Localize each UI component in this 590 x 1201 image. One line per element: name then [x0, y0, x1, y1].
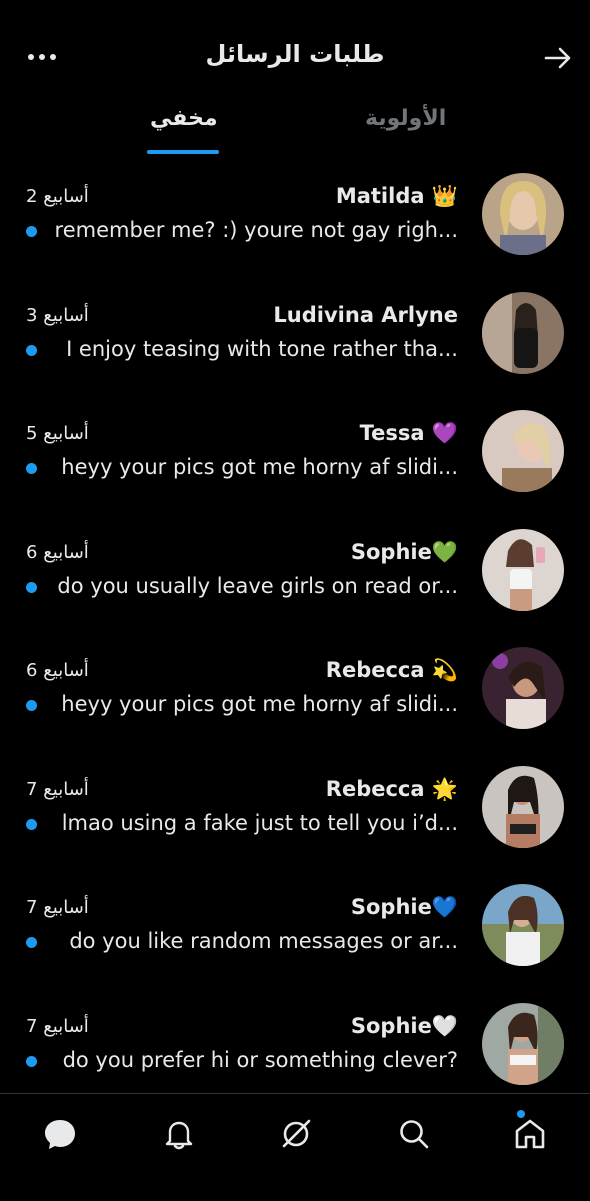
message-request-row[interactable]: Sophie💚 6 أسابيع do you usually leave gi… — [0, 516, 590, 635]
sender-name: Sophie💚 — [350, 539, 458, 564]
avatar[interactable] — [482, 410, 564, 492]
tab-hidden[interactable]: مخفي — [150, 106, 218, 131]
timestamp: 3 أسابيع — [26, 304, 89, 326]
timestamp: 7 أسابيع — [26, 1015, 89, 1037]
avatar[interactable] — [482, 1002, 564, 1085]
timestamp: 6 أسابيع — [26, 541, 89, 563]
timestamp: 7 أسابيع — [26, 778, 89, 800]
message-request-row[interactable]: Rebecca 🌟 7 أسابيع lmao using a fake jus… — [0, 753, 590, 872]
timestamp: 7 أسابيع — [26, 897, 89, 918]
sender-name: Matilda 👑 — [335, 184, 458, 208]
message-preview: do you prefer hi or something clever? — [62, 1047, 458, 1072]
bottom-nav-bar — [0, 1093, 590, 1201]
message-request-row[interactable]: Sophie🤍 7 أسابيع do you prefer hi or som… — [0, 990, 590, 1109]
search-icon[interactable] — [392, 1112, 436, 1156]
messages-icon[interactable] — [38, 1112, 82, 1156]
avatar[interactable] — [482, 647, 564, 729]
header: طلبات الرسائل — [0, 0, 590, 110]
notification-badge — [517, 1110, 525, 1118]
message-preview: do you like random messages or ar... — [69, 929, 458, 953]
unread-indicator — [26, 226, 37, 237]
active-tab-indicator — [147, 150, 219, 154]
message-request-row[interactable]: Tessa 💜 5 أسابيع heyy your pics got me h… — [0, 397, 590, 516]
message-preview: do you usually leave girls on read or... — [57, 573, 458, 598]
sender-name: Tessa 💜 — [359, 421, 458, 445]
timestamp: 6 أسابيع — [26, 660, 89, 681]
notifications-icon[interactable] — [157, 1112, 201, 1156]
message-preview: I enjoy teasing with tone rather tha... — [66, 336, 458, 361]
message-request-row[interactable]: Sophie💙 7 أسابيع do you like random mess… — [0, 871, 590, 990]
sender-name: Rebecca 🌟 — [325, 776, 458, 801]
sender-name: Sophie💙 — [350, 895, 458, 919]
timestamp: 2 أسابيع — [26, 186, 89, 207]
sender-name: Rebecca 💫 — [325, 658, 458, 682]
message-preview: heyy your pics got me horny af slidi... — [61, 692, 458, 716]
unread-indicator — [26, 700, 37, 711]
message-request-row[interactable]: Rebecca 💫 6 أسابيع heyy your pics got me… — [0, 634, 590, 753]
avatar[interactable] — [482, 291, 564, 374]
unread-indicator — [26, 344, 37, 356]
message-preview: lmao using a fake just to tell you i’d..… — [61, 810, 458, 835]
grok-icon[interactable] — [274, 1112, 318, 1156]
avatar[interactable] — [482, 528, 564, 611]
sender-name: Ludivina Arlyne — [273, 302, 458, 327]
avatar[interactable] — [482, 765, 564, 848]
unread-indicator — [26, 937, 37, 948]
message-request-row[interactable]: Ludivina Arlyne 3 أسابيع I enjoy teasing… — [0, 279, 590, 398]
message-request-row[interactable]: Matilda 👑 2 أسابيع remember me? :) youre… — [0, 160, 590, 279]
unread-indicator — [26, 818, 37, 830]
sender-name: Sophie🤍 — [350, 1013, 458, 1038]
page-title: طلبات الرسائل — [205, 40, 385, 68]
back-arrow-icon[interactable] — [540, 40, 576, 76]
avatar[interactable] — [482, 884, 564, 966]
avatar[interactable] — [482, 173, 564, 255]
tab-bar: مخفي الأولوية — [0, 100, 590, 158]
unread-indicator — [26, 1055, 37, 1067]
message-preview: heyy your pics got me horny af slidi... — [61, 455, 458, 479]
unread-indicator — [26, 463, 37, 474]
home-icon[interactable] — [508, 1110, 552, 1156]
message-request-list: Matilda 👑 2 أسابيع remember me? :) youre… — [0, 160, 590, 1108]
unread-indicator — [26, 581, 37, 593]
tab-priority[interactable]: الأولوية — [365, 106, 446, 131]
message-preview: remember me? :) youre not gay righ... — [54, 218, 458, 242]
timestamp: 5 أسابيع — [26, 423, 89, 444]
